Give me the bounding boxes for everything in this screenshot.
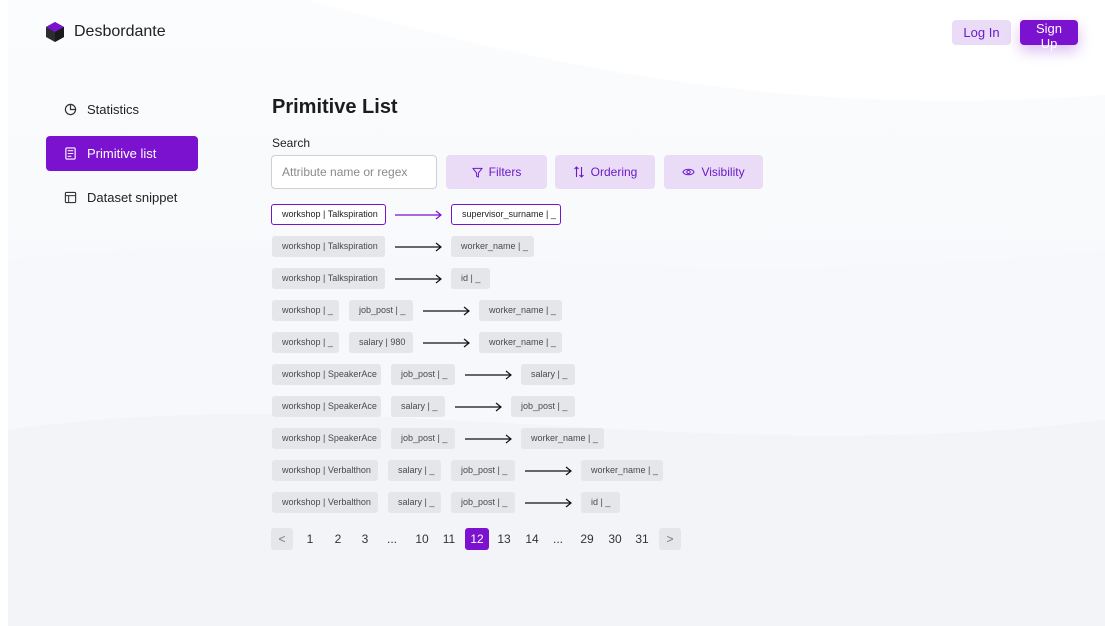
lhs-chip[interactable]: job_post | _ (391, 364, 455, 385)
lhs-chip[interactable]: workshop | Talkspiration (272, 268, 385, 289)
pagination-prev-button[interactable]: < (271, 528, 293, 550)
eye-icon (682, 168, 696, 176)
table-icon (64, 191, 77, 204)
arrow-icon (395, 274, 442, 284)
arrow-icon (423, 338, 470, 348)
pagination-page[interactable]: 14 (522, 528, 542, 550)
arrow-icon (525, 466, 572, 476)
arrow-icon (525, 498, 572, 508)
lhs-chip[interactable]: job_post | _ (391, 428, 455, 449)
lhs-chip[interactable]: job_post | _ (451, 460, 515, 481)
rhs-chip[interactable]: job_post | _ (511, 396, 575, 417)
pie-chart-icon (64, 103, 77, 116)
app-name: Desbordante (74, 23, 166, 40)
lhs-chip[interactable]: workshop | Talkspiration (271, 204, 386, 225)
ordering-button[interactable]: Ordering (555, 155, 655, 189)
lhs-chip[interactable]: workshop | SpeakerAce (272, 396, 381, 417)
arrow-icon (465, 370, 512, 380)
rhs-chip[interactable]: worker_name | _ (451, 236, 534, 257)
rhs-chip[interactable]: supervisor_surname | _ (451, 204, 561, 225)
lhs-chip[interactable]: job_post | _ (451, 492, 515, 513)
page: Desbordante Log In Sign Up Statistics Pr… (0, 0, 1105, 626)
sidebar-item-label: Dataset snippet (87, 190, 178, 205)
arrow-icon (465, 434, 512, 444)
sidebar-item-label: Primitive list (87, 146, 157, 161)
pagination-current-page[interactable]: 12 (465, 528, 489, 550)
lhs-chip[interactable]: workshop | Verbalthon (272, 460, 378, 481)
filters-label: Filters (488, 165, 522, 179)
login-button[interactable]: Log In (952, 20, 1011, 45)
pagination-page[interactable]: 29 (577, 528, 597, 550)
pagination-page[interactable]: 2 (331, 528, 345, 550)
visibility-label: Visibility (701, 165, 745, 179)
visibility-button[interactable]: Visibility (664, 155, 763, 189)
pagination-page[interactable]: 3 (358, 528, 372, 550)
lhs-chip[interactable]: workshop | SpeakerAce (272, 428, 381, 449)
page-title: Primitive List (272, 96, 398, 118)
rhs-chip[interactable]: worker_name | _ (521, 428, 604, 449)
rhs-chip[interactable]: worker_name | _ (581, 460, 663, 481)
pagination-page[interactable]: 11 (439, 528, 459, 550)
brand[interactable]: Desbordante (46, 22, 166, 42)
arrow-icon (395, 210, 442, 220)
lhs-chip[interactable]: workshop | Talkspiration (272, 236, 385, 257)
lhs-chip[interactable]: workshop | _ (272, 332, 339, 353)
pagination-page[interactable]: 1 (303, 528, 317, 550)
rhs-chip[interactable]: worker_name | _ (479, 300, 562, 321)
pagination-page[interactable]: 13 (494, 528, 514, 550)
logo-icon (46, 22, 64, 42)
filters-button[interactable]: Filters (446, 155, 547, 189)
lhs-chip[interactable]: salary | 980 (349, 332, 413, 353)
ordering-label: Ordering (590, 165, 638, 179)
sidebar-item-label: Statistics (87, 102, 140, 117)
arrow-icon (423, 306, 470, 316)
pagination-page[interactable]: 31 (632, 528, 652, 550)
sidebar-item-primitive-list[interactable]: Primitive list (46, 136, 198, 171)
rhs-chip[interactable]: salary | _ (521, 364, 575, 385)
rhs-chip[interactable]: id | _ (581, 492, 620, 513)
pagination-page[interactable]: 10 (412, 528, 432, 550)
sidebar-item-statistics[interactable]: Statistics (46, 92, 198, 127)
lhs-chip[interactable]: workshop | SpeakerAce (272, 364, 381, 385)
arrow-icon (395, 242, 442, 252)
lhs-chip[interactable]: job_post | _ (349, 300, 413, 321)
lhs-chip[interactable]: salary | _ (391, 396, 445, 417)
pagination-page[interactable]: 30 (605, 528, 625, 550)
rhs-chip[interactable]: worker_name | _ (479, 332, 562, 353)
lhs-chip[interactable]: workshop | Verbalthon (272, 492, 378, 513)
filter-icon (472, 167, 483, 178)
pagination-next-button[interactable]: > (659, 528, 681, 550)
signup-button[interactable]: Sign Up (1020, 20, 1078, 51)
lhs-chip[interactable]: salary | _ (388, 460, 441, 481)
lhs-chip[interactable]: workshop | _ (272, 300, 339, 321)
lhs-chip[interactable]: salary | _ (388, 492, 441, 513)
rhs-chip[interactable]: id | _ (451, 268, 490, 289)
pagination-ellipsis: ... (552, 532, 563, 546)
search-label: Search (272, 136, 311, 150)
list-icon (65, 147, 76, 160)
arrow-icon (455, 402, 502, 412)
pagination-ellipsis: ... (386, 532, 397, 546)
sort-icon (573, 166, 584, 178)
sidebar-item-dataset-snippet[interactable]: Dataset snippet (46, 180, 198, 215)
search-input[interactable] (271, 155, 437, 189)
